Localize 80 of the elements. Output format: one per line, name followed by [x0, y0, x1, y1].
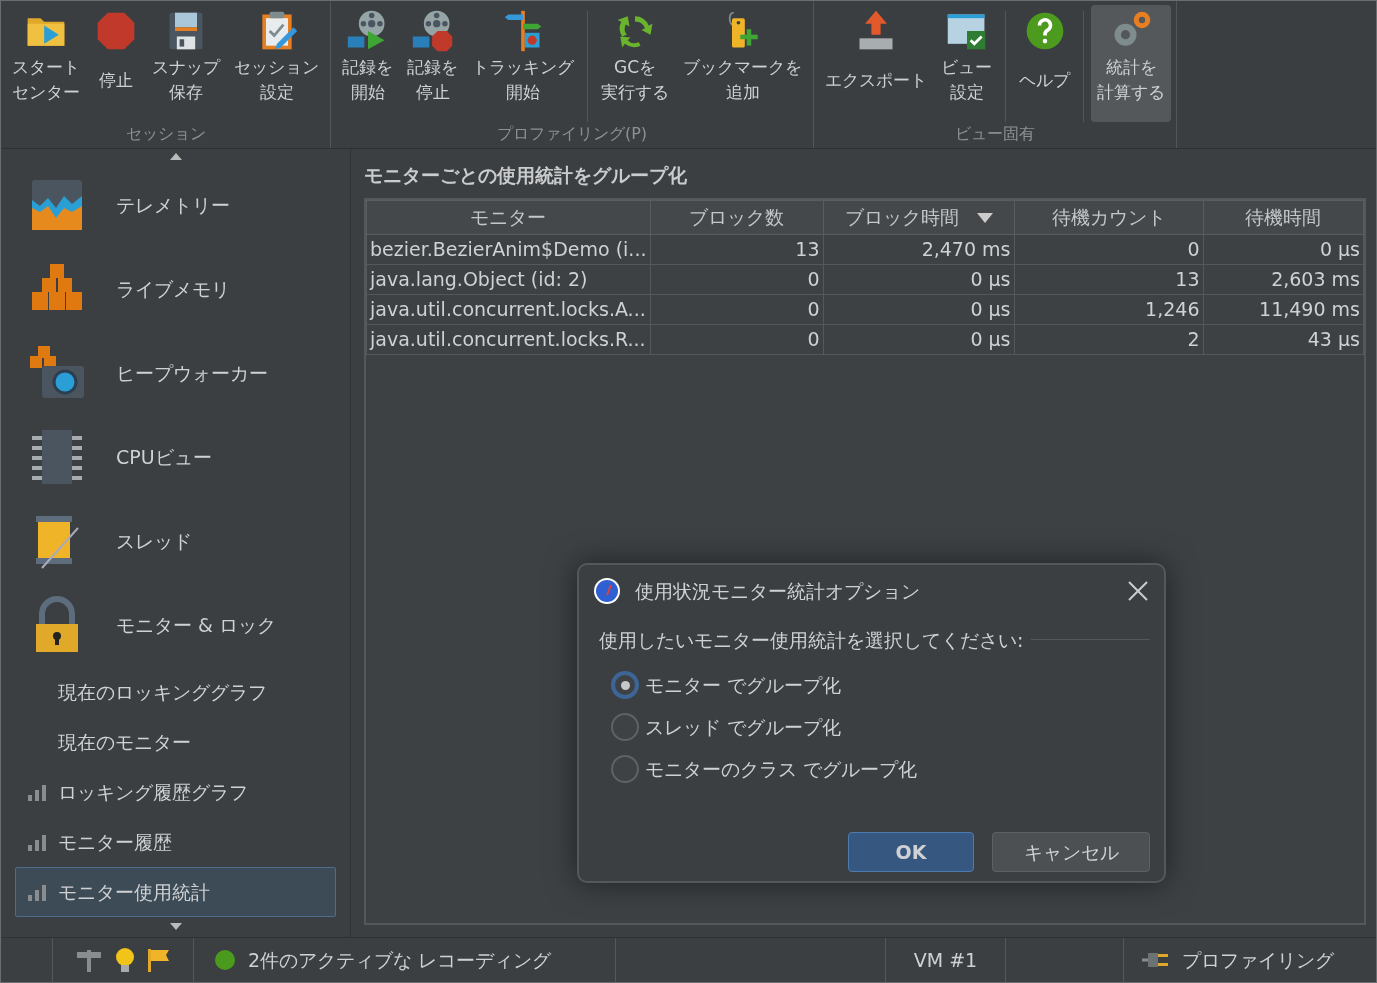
- toolbar-button[interactable]: スタート センター: [6, 5, 86, 122]
- toolbar-button[interactable]: トラッキング 開始: [466, 5, 580, 122]
- group-label: セッション: [124, 123, 207, 145]
- table-cell: 13: [650, 234, 823, 264]
- table-cell: 0: [650, 264, 823, 294]
- lightbulb-icon: [115, 947, 135, 973]
- column-header[interactable]: 待機カウント: [1014, 200, 1203, 234]
- table-cell: 13: [1014, 264, 1203, 294]
- plug-icon: [1140, 950, 1170, 970]
- option-label[interactable]: モニターのクラス でグループ化: [645, 754, 918, 784]
- toolbar-button[interactable]: 記録を 停止: [401, 5, 464, 122]
- sidebar-item[interactable]: CPUビュー: [15, 415, 336, 499]
- toolbar-button[interactable]: ビュー 設定: [935, 5, 998, 122]
- column-header[interactable]: モニター: [366, 200, 650, 234]
- sort-descending-icon: [976, 213, 993, 224]
- table-cell: 2,603 ms: [1203, 264, 1364, 294]
- group-label: ビュー固有: [954, 123, 1036, 145]
- signpost-icon: [75, 948, 103, 972]
- table-cell: 43 µs: [1203, 324, 1364, 354]
- sidebar-item[interactable]: テレメトリー: [15, 163, 336, 247]
- bar-chart-icon: [28, 883, 46, 901]
- bar-chart-icon: [28, 833, 46, 851]
- toolbar-button[interactable]: スナップ 保存: [146, 5, 226, 122]
- sidebar-item[interactable]: ライブメモリ: [15, 247, 336, 331]
- cancel-button[interactable]: キャンセル: [992, 832, 1150, 872]
- table-cell: 2,470 ms: [823, 234, 1014, 264]
- column-header[interactable]: 待機時間: [1203, 200, 1364, 234]
- table-cell: 0: [650, 324, 823, 354]
- sidebar-item[interactable]: モニター & ロック: [15, 583, 336, 667]
- bar-chart-icon: [28, 783, 46, 801]
- toolbar-button[interactable]: ブックマークを 追加: [677, 5, 808, 122]
- toolbar-button[interactable]: 統計を 計算する: [1091, 5, 1171, 122]
- scroll-up-icon[interactable]: [169, 152, 182, 160]
- sidebar-item[interactable]: モニター使用統計: [15, 867, 336, 917]
- toolbar-button[interactable]: セッション 設定: [228, 5, 325, 122]
- toolbar-button[interactable]: GCを 実行する: [595, 5, 675, 122]
- table-cell: 2: [1014, 324, 1203, 354]
- prompt-text: 使用したいモニター使用統計を選択してください:: [599, 627, 1024, 653]
- radio-button[interactable]: [611, 755, 639, 783]
- table-cell: 1,246: [1014, 294, 1203, 324]
- radio-button[interactable]: [611, 713, 639, 741]
- sidebar-item[interactable]: スレッド: [15, 499, 336, 583]
- group-label: プロファイリング(P): [495, 123, 649, 145]
- recording-status: 2件のアクティブな レコーディング: [248, 947, 552, 973]
- scroll-down-icon[interactable]: [169, 922, 182, 930]
- table-cell: 11,490 ms: [1203, 294, 1364, 324]
- toolbar-button[interactable]: 停止: [88, 5, 144, 122]
- table-cell: 0 µs: [1203, 234, 1364, 264]
- table-cell: 0 µs: [823, 294, 1014, 324]
- view-title: モニターごとの使用統計をグループ化: [364, 163, 688, 188]
- connection-status: プロファイリング: [1182, 947, 1334, 973]
- toolbar-button[interactable]: ヘルプ: [1013, 5, 1076, 122]
- table-cell: 0 µs: [823, 264, 1014, 294]
- table-cell: 0: [650, 294, 823, 324]
- column-header[interactable]: ブロック時間: [823, 200, 1014, 234]
- sidebar-item[interactable]: ロッキング履歴グラフ: [15, 767, 336, 817]
- radio-button[interactable]: [611, 671, 639, 699]
- close-icon: [1128, 581, 1148, 602]
- table-cell: 0: [1014, 234, 1203, 264]
- film-reel-stop-icon: [410, 9, 455, 53]
- column-header[interactable]: ブロック数: [650, 200, 823, 234]
- gauge-icon: [593, 577, 621, 606]
- table-cell: bezier.BezierAnim$Demo (i...: [366, 234, 650, 264]
- option-label[interactable]: モニター でグループ化: [645, 670, 842, 700]
- sidebar-item[interactable]: 現在のロッキンググラフ: [15, 667, 336, 717]
- toolbar-button[interactable]: エクスポート: [819, 5, 933, 122]
- sidebar-item[interactable]: 現在のモニター: [15, 717, 336, 767]
- sidebar-item[interactable]: ヒープウォーカー: [15, 331, 336, 415]
- toolbar-button[interactable]: 記録を 開始: [336, 5, 399, 122]
- table-cell: 0 µs: [823, 324, 1014, 354]
- vm-label: VM #1: [913, 947, 978, 973]
- sidebar-item[interactable]: モニター履歴: [15, 817, 336, 867]
- table-cell: java.util.concurrent.locks.R...: [366, 324, 650, 354]
- dialog-title: 使用状況モニター統計オプション: [635, 579, 920, 604]
- table-cell: java.util.concurrent.locks.A...: [366, 294, 650, 324]
- table-cell: java.lang.Object (id: 2): [366, 264, 650, 294]
- option-label[interactable]: スレッド でグループ化: [645, 712, 842, 742]
- flag-icon: [147, 948, 171, 972]
- ok-button[interactable]: OK: [848, 832, 974, 872]
- status-dot-icon: [214, 949, 236, 971]
